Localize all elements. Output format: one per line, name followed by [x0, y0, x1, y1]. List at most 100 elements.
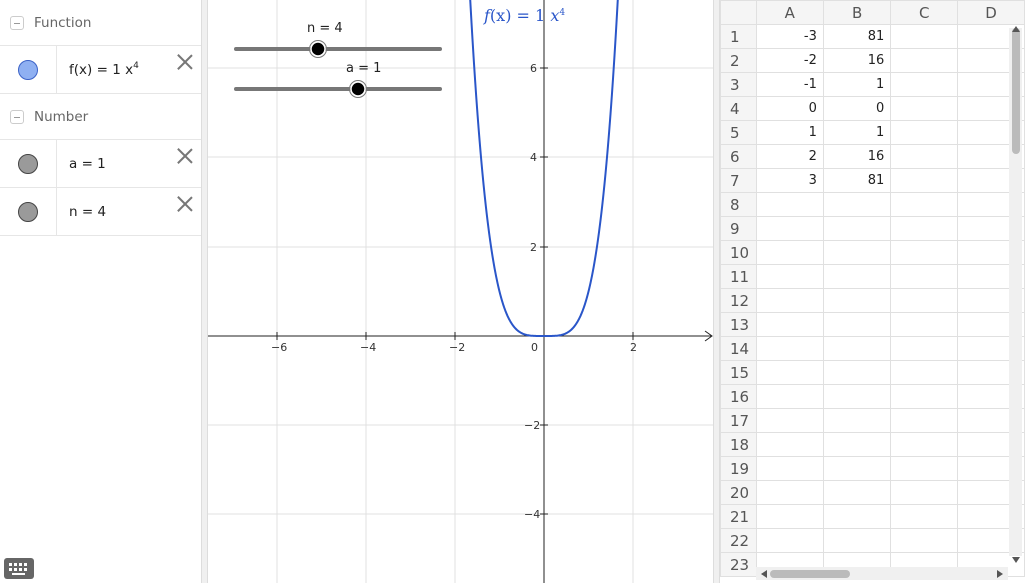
row-header[interactable]: 19: [720, 456, 757, 481]
algebra-item-f[interactable]: f(x) = 1 x4: [0, 46, 201, 94]
cell-a[interactable]: [755, 528, 824, 553]
visibility-dot-icon[interactable]: [18, 201, 38, 222]
algebra-expression[interactable]: f(x) = 1 x4: [57, 61, 139, 78]
cell-b[interactable]: [822, 240, 892, 265]
scroll-down-icon[interactable]: [1012, 557, 1020, 563]
graphics-view[interactable]: −6 −4 −2 0 2 6 4 2 −2 −4 n = 4 a = 1 f(x…: [208, 0, 713, 583]
column-header-a[interactable]: A: [755, 0, 824, 25]
cell-a[interactable]: -2: [755, 48, 824, 73]
slider-n-label[interactable]: n = 4: [307, 21, 343, 36]
row-header[interactable]: 1: [720, 24, 757, 49]
visibility-toggle[interactable]: [0, 140, 57, 187]
cell-b[interactable]: 0: [822, 96, 892, 121]
algebra-item-a[interactable]: a = 1: [0, 140, 201, 188]
collapse-icon[interactable]: [10, 15, 24, 30]
cell-c[interactable]: [890, 504, 959, 529]
cell-a[interactable]: 0: [755, 96, 824, 121]
cell-c[interactable]: [890, 96, 959, 121]
cell-c[interactable]: [890, 72, 959, 97]
cell-a[interactable]: 2: [755, 144, 824, 169]
row-header[interactable]: 6: [720, 144, 757, 169]
row-header[interactable]: 7: [720, 168, 757, 193]
row-header[interactable]: 18: [720, 432, 757, 457]
panel-divider[interactable]: [713, 0, 720, 583]
cell-b[interactable]: 81: [822, 24, 892, 49]
algebra-expression[interactable]: a = 1: [57, 156, 106, 172]
cell-c[interactable]: [890, 192, 959, 217]
cell-b[interactable]: [822, 360, 892, 385]
cell-a[interactable]: [755, 384, 824, 409]
row-header[interactable]: 4: [720, 96, 757, 121]
row-header[interactable]: 5: [720, 120, 757, 145]
cell-a[interactable]: [755, 192, 824, 217]
cell-a[interactable]: -3: [755, 24, 824, 49]
row-header[interactable]: 16: [720, 384, 757, 409]
row-header[interactable]: 13: [720, 312, 757, 337]
cell-a[interactable]: 3: [755, 168, 824, 193]
cell-c[interactable]: [890, 216, 959, 241]
cell-c[interactable]: [890, 528, 959, 553]
cell-b[interactable]: [822, 192, 892, 217]
cell-c[interactable]: [890, 240, 959, 265]
cell-a[interactable]: [755, 240, 824, 265]
visibility-dot-icon[interactable]: [18, 59, 38, 80]
keyboard-icon[interactable]: [4, 558, 34, 579]
scroll-thumb[interactable]: [1012, 28, 1020, 154]
cell-c[interactable]: [890, 264, 959, 289]
slider-n-handle[interactable]: [310, 41, 326, 57]
row-header[interactable]: 10: [720, 240, 757, 265]
row-header[interactable]: 11: [720, 264, 757, 289]
visibility-dot-icon[interactable]: [18, 153, 38, 174]
row-header[interactable]: 22: [720, 528, 757, 553]
row-header[interactable]: 20: [720, 480, 757, 505]
column-header-b[interactable]: B: [822, 0, 892, 25]
row-header[interactable]: 17: [720, 408, 757, 433]
cell-c[interactable]: [890, 456, 959, 481]
corner-cell[interactable]: [720, 0, 757, 25]
function-label[interactable]: f(x) = 1 x4: [484, 6, 565, 25]
cell-b[interactable]: [822, 504, 892, 529]
cell-b[interactable]: [822, 480, 892, 505]
row-header[interactable]: 3: [720, 72, 757, 97]
cell-b[interactable]: [822, 384, 892, 409]
scroll-left-icon[interactable]: [761, 570, 767, 578]
cell-a[interactable]: [755, 504, 824, 529]
row-header[interactable]: 14: [720, 336, 757, 361]
cell-b[interactable]: [822, 432, 892, 457]
cell-b[interactable]: [822, 288, 892, 313]
row-header[interactable]: 23: [720, 552, 757, 577]
cell-c[interactable]: [890, 384, 959, 409]
cell-b[interactable]: 1: [822, 72, 892, 97]
cell-c[interactable]: [890, 336, 959, 361]
vertical-scrollbar[interactable]: [1009, 28, 1022, 556]
slider-a-handle[interactable]: [350, 81, 366, 97]
cell-b[interactable]: [822, 312, 892, 337]
cell-c[interactable]: [890, 168, 959, 193]
close-icon[interactable]: [176, 195, 194, 213]
cell-c[interactable]: [890, 288, 959, 313]
cell-b[interactable]: [822, 216, 892, 241]
spreadsheet-view[interactable]: A B C D 1 -3 81 2 -2 16 3 -1 1 4 0 0 5 1 1 6 2 16 7 3 81 8 9 10…: [720, 0, 1025, 583]
spreadsheet-grid[interactable]: A B C D 1 -3 81 2 -2 16 3 -1 1 4 0 0 5 1 1 6 2 16 7 3 81 8 9 10…: [720, 0, 1025, 577]
row-header[interactable]: 9: [720, 216, 757, 241]
cell-c[interactable]: [890, 312, 959, 337]
scroll-right-icon[interactable]: [997, 570, 1003, 578]
visibility-toggle[interactable]: [0, 188, 57, 235]
cell-a[interactable]: [755, 408, 824, 433]
collapse-icon[interactable]: [10, 109, 24, 124]
column-header-c[interactable]: C: [890, 0, 959, 25]
cell-b[interactable]: 16: [822, 48, 892, 73]
slider-a-label[interactable]: a = 1: [346, 61, 381, 76]
column-header-d[interactable]: D: [957, 0, 1025, 25]
row-header[interactable]: 15: [720, 360, 757, 385]
close-icon[interactable]: [176, 147, 194, 165]
cell-a[interactable]: -1: [755, 72, 824, 97]
cell-b[interactable]: 1: [822, 120, 892, 145]
category-number[interactable]: Number: [0, 94, 201, 140]
cell-a[interactable]: [755, 264, 824, 289]
cell-a[interactable]: [755, 216, 824, 241]
algebra-expression[interactable]: n = 4: [57, 204, 106, 220]
cell-b[interactable]: 81: [822, 168, 892, 193]
cell-a[interactable]: [755, 312, 824, 337]
cell-c[interactable]: [890, 144, 959, 169]
